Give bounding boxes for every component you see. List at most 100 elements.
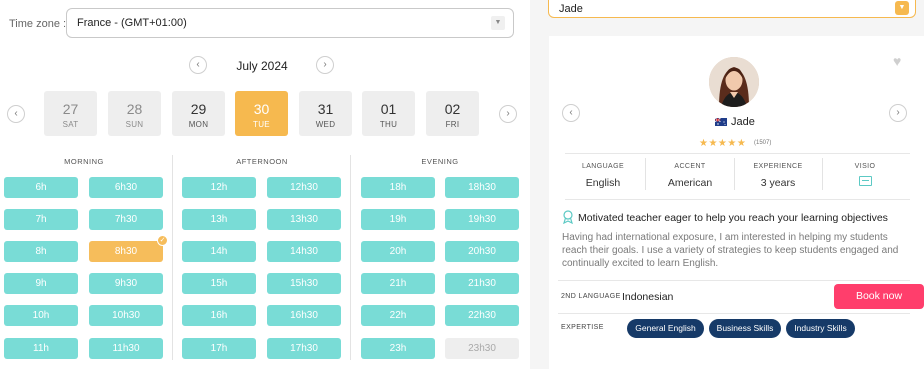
time-slot-21h30[interactable]: 21h30 bbox=[445, 273, 519, 294]
time-slot-14h30[interactable]: 14h30 bbox=[267, 241, 341, 262]
schedule-panel: Time zone : France - (GMT+01:00) ▼ ‹ Jul… bbox=[0, 0, 530, 369]
time-slot-12h30[interactable]: 12h30 bbox=[267, 177, 341, 198]
language-value: English bbox=[585, 177, 621, 189]
time-slot-13h30[interactable]: 13h30 bbox=[267, 209, 341, 230]
day-of-week: THU bbox=[379, 120, 398, 129]
time-slot-20h30[interactable]: 20h30 bbox=[445, 241, 519, 262]
day-of-week: MON bbox=[188, 120, 209, 129]
time-slot-10h[interactable]: 10h bbox=[4, 305, 78, 326]
chevron-down-icon: ▼ bbox=[895, 1, 909, 15]
month-navigation: ‹ July 2024 › bbox=[0, 56, 530, 76]
next-teacher-button[interactable]: › bbox=[889, 104, 907, 122]
day-of-week: SUN bbox=[125, 120, 144, 129]
time-slot-22h30[interactable]: 22h30 bbox=[445, 305, 519, 326]
day-tue[interactable]: 30 TUE bbox=[235, 91, 288, 136]
time-slot-7h30[interactable]: 7h30 bbox=[89, 209, 163, 230]
day-fri[interactable]: 02 FRI bbox=[426, 91, 479, 136]
time-slot-17h[interactable]: 17h bbox=[182, 338, 256, 359]
day-wed[interactable]: 31 WED bbox=[299, 91, 352, 136]
prev-week-button[interactable]: ‹ bbox=[7, 105, 25, 123]
divider bbox=[565, 153, 910, 154]
teacher-name-row: Jade bbox=[700, 116, 780, 130]
teacher-select-value: Jade bbox=[559, 3, 583, 15]
teacher-select[interactable]: Jade ▼ bbox=[548, 0, 916, 18]
divider bbox=[734, 158, 735, 190]
language-label: LANGUAGE bbox=[581, 163, 625, 170]
divider bbox=[822, 158, 823, 190]
time-slot-15h30[interactable]: 15h30 bbox=[267, 273, 341, 294]
heart-icon[interactable]: ♥ bbox=[893, 53, 901, 69]
time-slot-18h30[interactable]: 18h30 bbox=[445, 177, 519, 198]
visio-info: VISIO bbox=[840, 163, 890, 191]
time-slot-21h[interactable]: 21h bbox=[361, 273, 435, 294]
day-number: 29 bbox=[190, 101, 207, 117]
time-slot-13h[interactable]: 13h bbox=[182, 209, 256, 230]
video-icon bbox=[858, 176, 872, 186]
time-slot-6h[interactable]: 6h bbox=[4, 177, 78, 198]
teacher-description: Having had international exposure, I am … bbox=[562, 232, 899, 269]
time-slot-8h30[interactable]: 8h30 bbox=[89, 241, 163, 262]
review-count: (1507) bbox=[754, 140, 772, 146]
experience-info: EXPERIENCE 3 years bbox=[742, 163, 814, 189]
time-slot-23h30: 23h30 bbox=[445, 338, 519, 359]
award-icon bbox=[563, 210, 573, 224]
day-sat[interactable]: 27 SAT bbox=[44, 91, 97, 136]
divider bbox=[565, 199, 910, 200]
time-slot-16h30[interactable]: 16h30 bbox=[267, 305, 341, 326]
time-slot-9h[interactable]: 9h bbox=[4, 273, 78, 294]
chevron-down-icon: ▼ bbox=[491, 16, 505, 30]
time-slot-22h[interactable]: 22h bbox=[361, 305, 435, 326]
time-slot-16h[interactable]: 16h bbox=[182, 305, 256, 326]
evening-heading: EVENING bbox=[421, 157, 459, 166]
day-sun[interactable]: 28 SUN bbox=[108, 91, 161, 136]
teacher-name: Jade bbox=[731, 116, 755, 128]
divider bbox=[558, 280, 910, 281]
time-slot-15h[interactable]: 15h bbox=[182, 273, 256, 294]
expertise-label: EXPERTISE bbox=[561, 324, 604, 331]
next-month-button[interactable]: › bbox=[316, 56, 334, 74]
book-now-button[interactable]: Book now bbox=[834, 284, 924, 309]
language-info: LANGUAGE English bbox=[575, 163, 631, 189]
time-slot-11h[interactable]: 11h bbox=[4, 338, 78, 359]
timezone-label: Time zone : bbox=[9, 18, 67, 30]
time-slot-7h[interactable]: 7h bbox=[4, 209, 78, 230]
day-number: 27 bbox=[62, 101, 79, 117]
morning-heading: MORNING bbox=[64, 157, 104, 166]
prev-teacher-button[interactable]: ‹ bbox=[562, 104, 580, 122]
section-divider bbox=[172, 155, 173, 360]
timezone-select[interactable]: France - (GMT+01:00) ▼ bbox=[66, 8, 514, 38]
expertise-tag[interactable]: Business Skills bbox=[709, 319, 781, 338]
time-slot-11h30[interactable]: 11h30 bbox=[89, 338, 163, 359]
time-slot-20h[interactable]: 20h bbox=[361, 241, 435, 262]
section-divider bbox=[350, 155, 351, 360]
time-slot-17h30[interactable]: 17h30 bbox=[267, 338, 341, 359]
experience-value: 3 years bbox=[760, 177, 796, 189]
prev-month-button[interactable]: ‹ bbox=[189, 56, 207, 74]
second-language-value: Indonesian bbox=[622, 291, 674, 303]
teacher-avatar bbox=[709, 57, 759, 107]
time-slot-19h[interactable]: 19h bbox=[361, 209, 435, 230]
expertise-tag[interactable]: Industry Skills bbox=[786, 319, 855, 338]
afternoon-heading: AFTERNOON bbox=[236, 157, 288, 166]
time-slot-8h[interactable]: 8h bbox=[4, 241, 78, 262]
time-slot-23h[interactable]: 23h bbox=[361, 338, 435, 359]
day-mon[interactable]: 29 MON bbox=[172, 91, 225, 136]
day-of-week: WED bbox=[315, 120, 336, 129]
next-week-button[interactable]: › bbox=[499, 105, 517, 123]
accent-label: ACCENT bbox=[674, 163, 706, 170]
teacher-motto: Motivated teacher eager to help you reac… bbox=[578, 212, 888, 224]
time-slot-18h[interactable]: 18h bbox=[361, 177, 435, 198]
time-slot-14h[interactable]: 14h bbox=[182, 241, 256, 262]
check-icon: ✓ bbox=[157, 235, 168, 246]
day-number: 30 bbox=[253, 101, 270, 117]
time-slot-12h[interactable]: 12h bbox=[182, 177, 256, 198]
experience-label: EXPERIENCE bbox=[753, 163, 803, 170]
time-slot-10h30[interactable]: 10h30 bbox=[89, 305, 163, 326]
time-slot-19h30[interactable]: 19h30 bbox=[445, 209, 519, 230]
day-of-week: TUE bbox=[253, 120, 270, 129]
divider bbox=[558, 313, 910, 314]
time-slot-9h30[interactable]: 9h30 bbox=[89, 273, 163, 294]
day-thu[interactable]: 01 THU bbox=[362, 91, 415, 136]
expertise-tag[interactable]: General English bbox=[627, 319, 704, 338]
time-slot-6h30[interactable]: 6h30 bbox=[89, 177, 163, 198]
